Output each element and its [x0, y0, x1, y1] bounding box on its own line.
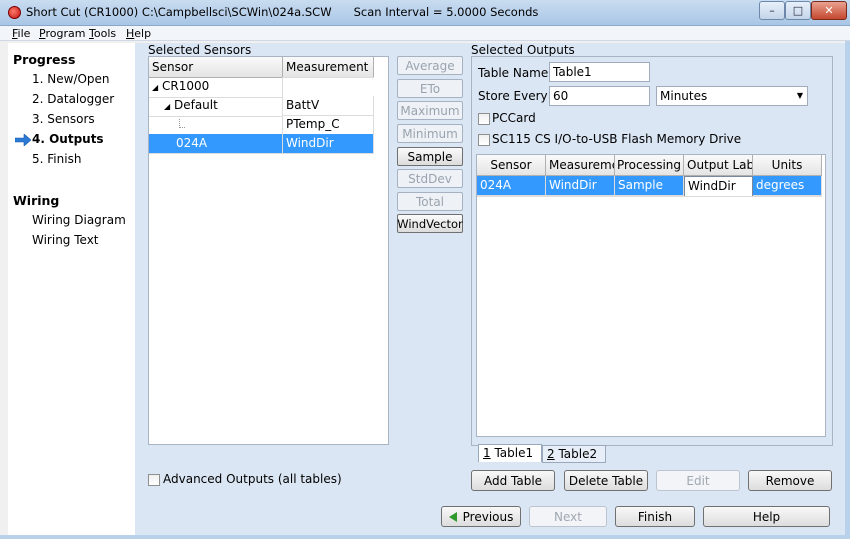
menu-file[interactable]: File: [12, 26, 30, 41]
windvector-button[interactable]: WindVector: [397, 214, 463, 233]
title-bar: Short Cut (CR1000) C:\Campbellsci\SCWin\…: [0, 0, 850, 26]
advanced-outputs-checkbox[interactable]: [148, 474, 160, 486]
close-button[interactable]: ✕: [811, 1, 847, 20]
tree-ptemp-measurement[interactable]: PTemp_C: [283, 115, 374, 135]
tree-connector: [179, 119, 185, 128]
tab-table1-key: 1: [483, 446, 491, 460]
selected-sensors-label: Selected Sensors: [148, 43, 252, 57]
step-sensors[interactable]: 3. Sensors: [32, 112, 95, 126]
tab-table2-key: 2: [547, 447, 555, 461]
menu-bar: File Program Tools Help: [0, 26, 850, 41]
tree-winddir-measurement[interactable]: WindDir: [283, 134, 374, 154]
empty-cell[interactable]: [615, 196, 684, 197]
eto-button[interactable]: ETo: [397, 79, 463, 98]
menu-file-label: ile: [17, 27, 31, 40]
tree-cr1000-measurement: [283, 77, 374, 78]
tab-table2-label: Table2: [554, 447, 598, 461]
progress-heading: Progress: [13, 52, 76, 67]
selected-outputs-label: Selected Outputs: [471, 43, 575, 57]
previous-button[interactable]: Previous: [441, 506, 521, 527]
minimize-button[interactable]: –: [759, 1, 785, 20]
sc115-label: SC115 CS I/O-to-USB Flash Memory Drive: [492, 132, 742, 146]
table-name-input[interactable]: Table1: [549, 62, 650, 82]
store-every-input[interactable]: 60: [549, 86, 650, 106]
step-outputs[interactable]: 4. Outputs: [32, 132, 104, 146]
out-label-header[interactable]: Output Labe: [684, 155, 753, 176]
previous-label: Previous: [462, 509, 514, 524]
tab-table1-label: Table1: [490, 446, 534, 460]
out-row-processing[interactable]: Sample: [615, 176, 684, 196]
left-arrow-icon: [448, 511, 457, 522]
app-icon: [8, 6, 21, 19]
menu-tools-label: ools: [93, 27, 117, 40]
menu-help-label: elp: [134, 27, 152, 40]
empty-cell[interactable]: [546, 196, 615, 197]
table-name-label: Table Name: [478, 66, 549, 80]
out-measurement-header[interactable]: Measuremen: [546, 155, 615, 176]
right-arrow-icon: [15, 134, 31, 146]
scan-interval-text: Scan Interval = 5.0000 Seconds: [353, 5, 539, 19]
tree-default-label: Default: [173, 98, 218, 112]
add-table-button[interactable]: Add Table: [471, 470, 555, 491]
window-title: Short Cut (CR1000) C:\Campbellsci\SCWin\…: [26, 5, 538, 19]
advanced-outputs-label: Advanced Outputs (all tables): [163, 472, 342, 486]
menu-help[interactable]: Help: [126, 26, 151, 41]
delete-table-button[interactable]: Delete Table: [564, 470, 648, 491]
total-button[interactable]: Total: [397, 192, 463, 211]
store-every-label: Store Every: [478, 89, 548, 103]
tree-row-024a[interactable]: 024A: [149, 134, 283, 154]
tab-table1[interactable]: 1 Table1: [478, 444, 542, 462]
remove-button[interactable]: Remove: [748, 470, 832, 491]
stddev-button[interactable]: StdDev: [397, 169, 463, 188]
pccard-checkbox[interactable]: [478, 113, 490, 125]
finish-button[interactable]: Finish: [615, 506, 695, 527]
sensor-column-header[interactable]: Sensor: [149, 57, 283, 78]
empty-cell[interactable]: [684, 196, 753, 197]
empty-cell[interactable]: [753, 196, 822, 197]
step-new-open[interactable]: 1. New/Open: [32, 72, 110, 86]
wiring-diagram-link[interactable]: Wiring Diagram: [32, 213, 126, 227]
wiring-text-link[interactable]: Wiring Text: [32, 233, 99, 247]
pccard-label: PCCard: [492, 111, 536, 125]
step-datalogger[interactable]: 2. Datalogger: [32, 92, 114, 106]
maximize-button[interactable]: □: [785, 1, 811, 20]
tree-row-cr1000[interactable]: ◢ CR1000: [149, 77, 283, 98]
sample-button[interactable]: Sample: [397, 147, 463, 166]
wiring-heading: Wiring: [13, 193, 60, 208]
step-finish[interactable]: 5. Finish: [32, 152, 81, 166]
tree-row-ptemp[interactable]: [149, 115, 283, 135]
out-row-units[interactable]: degrees: [753, 176, 822, 196]
menu-program[interactable]: Program: [39, 26, 85, 41]
interval-unit-select[interactable]: Minutes ▼: [656, 86, 808, 106]
tree-battv-measurement[interactable]: BattV: [283, 96, 374, 116]
sc115-checkbox[interactable]: [478, 134, 490, 146]
edit-button[interactable]: Edit: [656, 470, 740, 491]
out-sensor-header[interactable]: Sensor: [477, 155, 546, 176]
average-button[interactable]: Average: [397, 56, 463, 75]
measurement-column-header[interactable]: Measurement: [283, 57, 374, 78]
empty-cell[interactable]: [477, 196, 546, 197]
menu-program-label: rogram: [45, 27, 86, 40]
maximum-button[interactable]: Maximum: [397, 101, 463, 120]
tree-cr1000-label: CR1000: [161, 79, 210, 93]
next-button[interactable]: Next: [529, 506, 607, 527]
interval-unit-value: Minutes: [660, 89, 708, 103]
out-units-header[interactable]: Units: [753, 155, 822, 176]
out-processing-header[interactable]: Processing: [615, 155, 684, 176]
out-row-label-input[interactable]: WindDir: [684, 176, 753, 197]
tree-row-default[interactable]: ◢ Default: [149, 96, 283, 117]
window-title-text: Short Cut (CR1000) C:\Campbellsci\SCWin\…: [26, 5, 332, 19]
help-button[interactable]: Help: [703, 506, 830, 527]
minimum-button[interactable]: Minimum: [397, 124, 463, 143]
tab-table2[interactable]: 2 Table2: [542, 445, 606, 463]
chevron-down-icon: ▼: [796, 91, 803, 100]
out-row-measurement[interactable]: WindDir: [546, 176, 615, 196]
menu-tools[interactable]: Tools: [89, 26, 116, 41]
out-row-sensor[interactable]: 024A: [477, 176, 546, 196]
